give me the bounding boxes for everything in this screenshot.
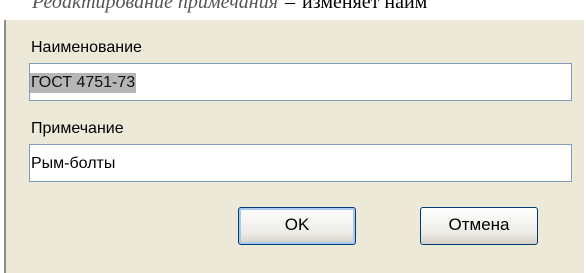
document-rest-text: изменяет наим: [302, 0, 428, 13]
document-dash: –: [285, 0, 296, 13]
name-label: Наименование: [31, 39, 142, 56]
document-sentence: Редактирование примечания – изменяет наим: [32, 0, 427, 14]
note-label: Примечание: [31, 120, 124, 137]
note-field[interactable]: Рым-болты: [29, 144, 572, 182]
note-field-value: Рым-болты: [31, 155, 116, 172]
edit-note-dialog: Наименование ГОСТ 4751-73 Примечание Рым…: [4, 20, 584, 273]
document-text-line: Редактирование примечания – изменяет наим: [0, 0, 586, 20]
cancel-button[interactable]: Отмена: [420, 207, 538, 245]
name-field[interactable]: ГОСТ 4751-73: [29, 63, 572, 101]
document-italic-text: Редактирование примечания: [32, 0, 279, 13]
name-field-value: ГОСТ 4751-73: [30, 73, 137, 93]
ok-button[interactable]: OK: [238, 207, 356, 245]
